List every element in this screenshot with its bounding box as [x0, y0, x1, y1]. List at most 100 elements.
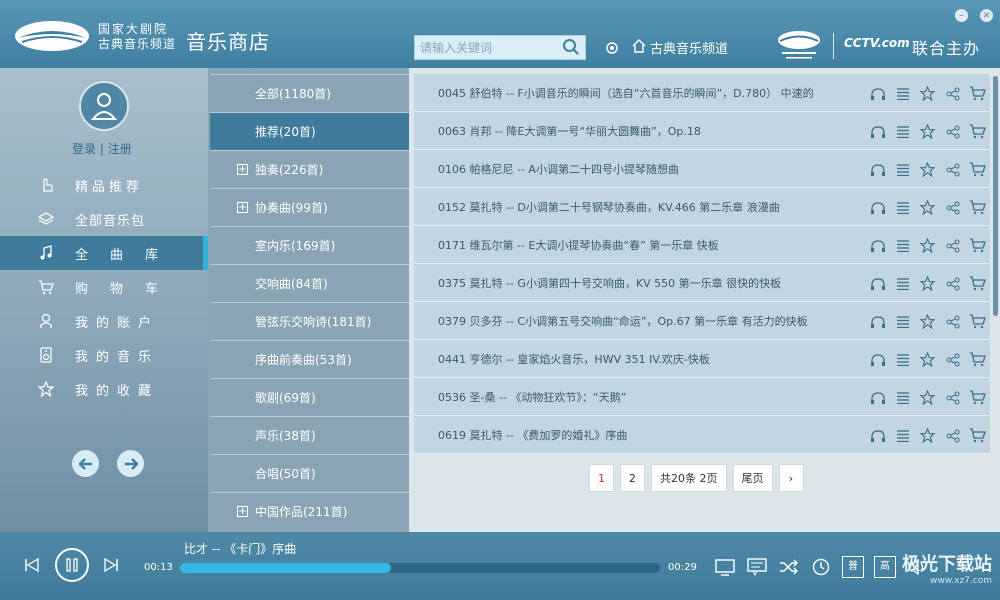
- sidebar-item-packages[interactable]: 全部音乐包: [0, 202, 208, 236]
- song-row[interactable]: 0379 贝多芬 -- C小调第五号交响曲“命运”，Op.67 第一乐章 有活力…: [414, 302, 990, 340]
- star-outline-icon[interactable]: [919, 351, 936, 368]
- shuffle-icon[interactable]: [778, 556, 800, 578]
- next-track-icon[interactable]: [103, 557, 119, 573]
- song-row[interactable]: 0441 亨德尔 -- 皇家焰火音乐，HWV 351 IV.欢庆-快板: [414, 340, 990, 378]
- headphones-icon[interactable]: [869, 427, 886, 444]
- forward-arrow-icon[interactable]: [117, 450, 144, 477]
- category-item[interactable]: + 协奏曲(99首): [210, 188, 409, 226]
- song-title[interactable]: 0379 贝多芬 -- C小调第五号交响曲“命运”，Op.67 第一乐章 有活力…: [438, 313, 864, 329]
- close-icon[interactable]: ×: [980, 9, 993, 22]
- category-item[interactable]: + 中国作品(211首): [210, 492, 409, 530]
- page-2-button[interactable]: 2: [620, 464, 645, 492]
- song-title[interactable]: 0171 维瓦尔第 -- E大调小提琴协奏曲“春” 第一乐章 快板: [438, 237, 864, 253]
- cart-add-icon[interactable]: [969, 161, 986, 178]
- category-item[interactable]: 序曲前奏曲(53首): [210, 340, 409, 378]
- cart-add-icon[interactable]: [969, 123, 986, 140]
- menu-icon[interactable]: [894, 199, 911, 216]
- share-icon[interactable]: [944, 313, 961, 330]
- song-row[interactable]: 0063 肖邦 -- 降E大调第一号“华丽大圆舞曲”，Op.18: [414, 112, 990, 150]
- lyrics-icon[interactable]: [746, 556, 768, 578]
- sidebar-item-featured[interactable]: 精品推荐: [0, 168, 208, 202]
- cart-add-icon[interactable]: [969, 85, 986, 102]
- share-icon[interactable]: [944, 389, 961, 406]
- share-icon[interactable]: [944, 427, 961, 444]
- category-item[interactable]: + 独奏(226首): [210, 150, 409, 188]
- back-arrow-icon[interactable]: [72, 450, 99, 477]
- song-title[interactable]: 0619 莫扎特 -- 《费加罗的婚礼》序曲: [438, 427, 864, 443]
- headphones-icon[interactable]: [869, 275, 886, 292]
- headphones-icon[interactable]: [869, 237, 886, 254]
- menu-icon[interactable]: [894, 389, 911, 406]
- menu-icon[interactable]: [894, 237, 911, 254]
- share-icon[interactable]: [944, 351, 961, 368]
- category-item[interactable]: 全部(1180首): [210, 74, 409, 112]
- song-row[interactable]: 0106 帕格尼尼 -- A小调第二十四号小提琴随想曲: [414, 150, 990, 188]
- headphones-icon[interactable]: [869, 161, 886, 178]
- category-item[interactable]: 管弦乐交响诗(181首): [210, 302, 409, 340]
- share-icon[interactable]: [944, 123, 961, 140]
- sidebar-item-favorites[interactable]: 我的收藏: [0, 372, 208, 406]
- star-outline-icon[interactable]: [919, 85, 936, 102]
- avatar[interactable]: [79, 81, 129, 131]
- star-outline-icon[interactable]: [919, 427, 936, 444]
- sidebar-item-cart[interactable]: 购物车: [0, 270, 208, 304]
- star-outline-icon[interactable]: [919, 199, 936, 216]
- search-icon[interactable]: [562, 38, 580, 59]
- cart-add-icon[interactable]: [969, 351, 986, 368]
- sidebar-item-library[interactable]: 全曲库: [0, 236, 208, 270]
- timer-icon[interactable]: [810, 556, 832, 578]
- song-title[interactable]: 0375 莫扎特 -- G小调第四十号交响曲，KV 550 第一乐章 很快的快板: [438, 275, 864, 291]
- song-row[interactable]: 0045 舒伯特 -- F小调音乐的瞬间（选自“六首音乐的瞬间”，D.780） …: [414, 74, 990, 112]
- last-page-button[interactable]: 尾页: [732, 464, 773, 492]
- song-title[interactable]: 0152 莫扎特 -- D小调第二十号钢琴协奏曲，KV.466 第二乐章 浪漫曲: [438, 199, 864, 215]
- song-row[interactable]: 0536 圣-桑 -- 《动物狂欢节》：“天鹅”: [414, 378, 990, 416]
- expand-icon[interactable]: +: [237, 164, 248, 175]
- star-outline-icon[interactable]: [919, 161, 936, 178]
- progress-bar[interactable]: [180, 563, 660, 573]
- song-title[interactable]: 0441 亨德尔 -- 皇家焰火音乐，HWV 351 IV.欢庆-快板: [438, 351, 864, 367]
- share-icon[interactable]: [944, 237, 961, 254]
- expand-icon[interactable]: +: [237, 202, 248, 213]
- song-title[interactable]: 0536 圣-桑 -- 《动物狂欢节》：“天鹅”: [438, 389, 864, 405]
- next-page-button[interactable]: ›: [778, 464, 804, 492]
- cart-add-icon[interactable]: [969, 313, 986, 330]
- quality-standard-button[interactable]: 普: [842, 556, 864, 578]
- category-item[interactable]: 声乐(38首): [210, 416, 409, 454]
- quality-high-button[interactable]: 高: [874, 556, 896, 578]
- headphones-icon[interactable]: [869, 351, 886, 368]
- menu-icon[interactable]: [894, 313, 911, 330]
- song-row[interactable]: 0171 维瓦尔第 -- E大调小提琴协奏曲“春” 第一乐章 快板: [414, 226, 990, 264]
- menu-icon[interactable]: [894, 427, 911, 444]
- song-title[interactable]: 0045 舒伯特 -- F小调音乐的瞬间（选自“六首音乐的瞬间”，D.780） …: [438, 85, 864, 101]
- minimize-icon[interactable]: –: [955, 9, 968, 22]
- category-item[interactable]: 交响曲(84首): [210, 264, 409, 302]
- star-outline-icon[interactable]: [919, 123, 936, 140]
- headphones-icon[interactable]: [869, 389, 886, 406]
- cart-add-icon[interactable]: [969, 199, 986, 216]
- headphones-icon[interactable]: [869, 313, 886, 330]
- star-outline-icon[interactable]: [919, 275, 936, 292]
- menu-icon[interactable]: [894, 351, 911, 368]
- category-item[interactable]: 室内乐(169首): [210, 226, 409, 264]
- cart-add-icon[interactable]: [969, 237, 986, 254]
- headphones-icon[interactable]: [869, 199, 886, 216]
- page-1-button[interactable]: 1: [589, 464, 614, 492]
- category-item[interactable]: 推荐(20首): [210, 112, 409, 150]
- previous-track-icon[interactable]: [24, 557, 40, 573]
- scrollbar[interactable]: [993, 76, 998, 316]
- category-item[interactable]: 合唱(50首): [210, 454, 409, 492]
- expand-icon[interactable]: +: [237, 506, 248, 517]
- star-outline-icon[interactable]: [919, 313, 936, 330]
- screen-icon[interactable]: [714, 556, 736, 578]
- channel-link[interactable]: 古典音乐频道: [632, 38, 728, 57]
- star-outline-icon[interactable]: [919, 389, 936, 406]
- login-link[interactable]: 登录: [72, 142, 96, 156]
- song-row[interactable]: 0375 莫扎特 -- G小调第四十号交响曲，KV 550 第一乐章 很快的快板: [414, 264, 990, 302]
- menu-icon[interactable]: [894, 275, 911, 292]
- star-outline-icon[interactable]: [919, 237, 936, 254]
- share-icon[interactable]: [944, 85, 961, 102]
- song-title[interactable]: 0106 帕格尼尼 -- A小调第二十四号小提琴随想曲: [438, 161, 864, 177]
- sidebar-item-my-music[interactable]: 我的音乐: [0, 338, 208, 372]
- headphones-icon[interactable]: [869, 85, 886, 102]
- pause-button[interactable]: [55, 548, 89, 582]
